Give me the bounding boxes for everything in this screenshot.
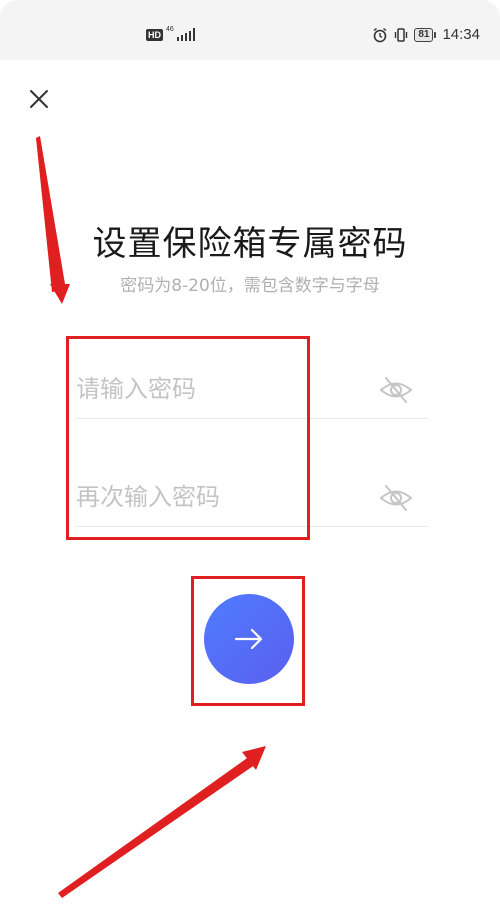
signal-icon bbox=[176, 27, 196, 41]
battery-tip bbox=[434, 31, 437, 38]
eye-off-icon bbox=[379, 485, 413, 511]
close-button[interactable] bbox=[26, 86, 52, 112]
screen: HD 46 81 14:34 设置保险箱专属密码 密码为8-20位，需包含数字与… bbox=[0, 0, 500, 913]
close-icon bbox=[30, 90, 48, 108]
alarm-icon bbox=[373, 27, 387, 42]
password-field bbox=[76, 360, 428, 419]
battery-level: 81 bbox=[414, 27, 434, 42]
status-left: HD 46 bbox=[146, 26, 196, 41]
status-time: 14:34 bbox=[442, 26, 480, 43]
eye-off-icon bbox=[379, 377, 413, 403]
next-button[interactable] bbox=[204, 594, 294, 684]
confirm-password-field bbox=[76, 468, 428, 527]
password-input[interactable] bbox=[76, 366, 366, 412]
annotation-arrows bbox=[36, 136, 266, 898]
page-subtitle: 密码为8-20位，需包含数字与字母 bbox=[120, 276, 380, 296]
toggle-password-visibility[interactable] bbox=[378, 374, 414, 406]
toggle-confirm-visibility[interactable] bbox=[378, 482, 414, 514]
status-right: 81 14:34 bbox=[372, 26, 480, 43]
network-type: 46 bbox=[166, 26, 174, 33]
battery-indicator: 81 bbox=[414, 27, 437, 42]
status-bar: HD 46 81 14:34 bbox=[0, 0, 500, 60]
confirm-password-input[interactable] bbox=[76, 474, 366, 520]
hd-badge: HD bbox=[146, 29, 163, 41]
vibrate-icon bbox=[395, 27, 408, 42]
arrow-right-icon bbox=[234, 628, 263, 650]
page-title: 设置保险箱专属密码 bbox=[92, 224, 408, 264]
annotation-arrow-bottom-head bbox=[242, 746, 266, 770]
annotation-arrow-bottom bbox=[58, 756, 256, 898]
annotation-arrow-top bbox=[36, 136, 66, 292]
